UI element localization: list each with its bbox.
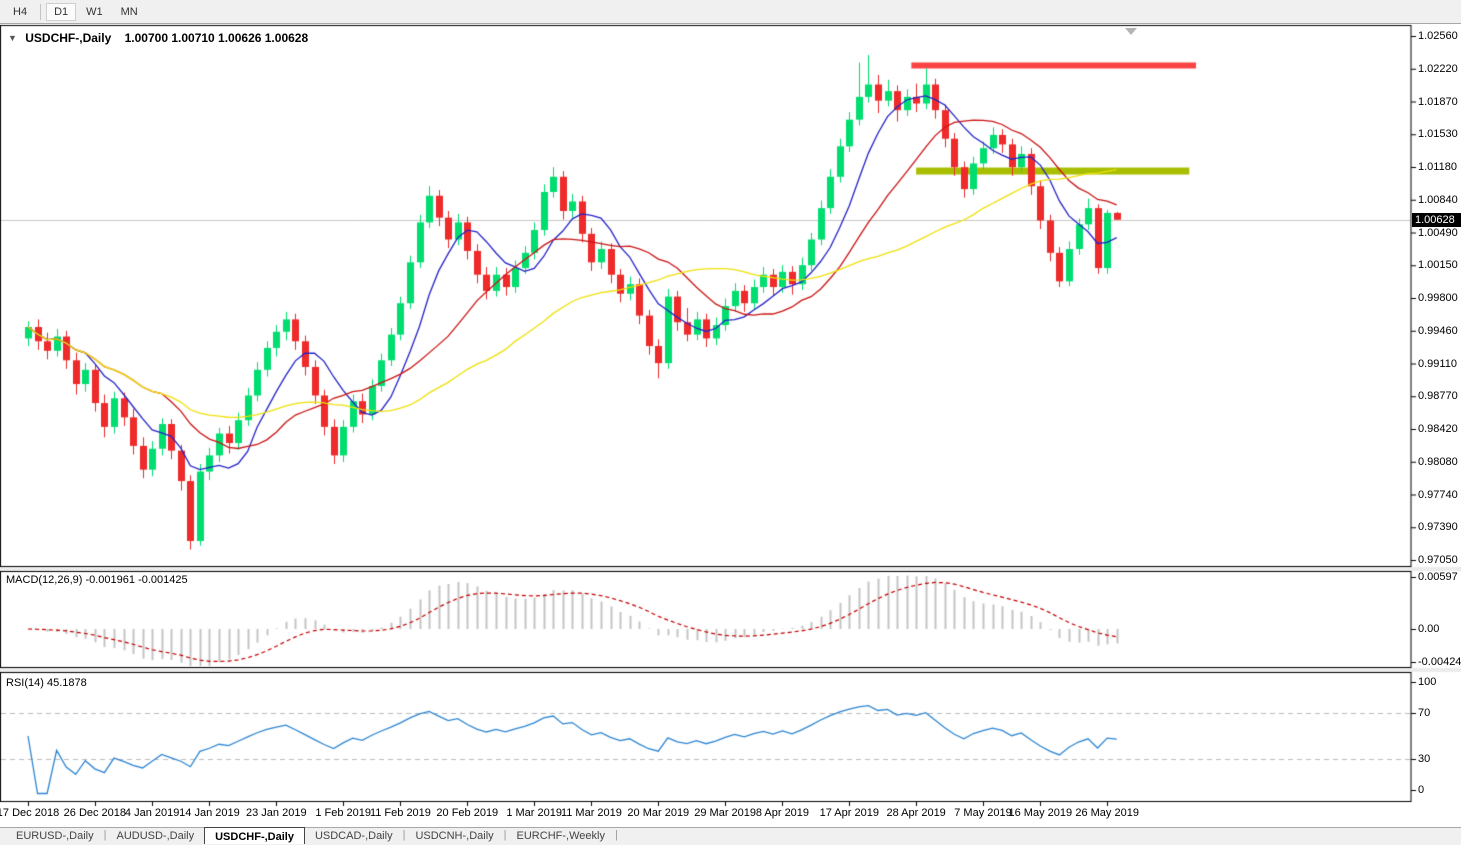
price-axis-label: 0.97050: [1418, 554, 1458, 566]
date-axis-label: 4 Jan 2019: [124, 807, 180, 819]
price-axis-label: 1.01180: [1418, 161, 1457, 173]
tab-usdchf-daily[interactable]: USDCHF-,Daily: [204, 827, 305, 844]
date-axis-label: 20 Mar 2019: [627, 807, 690, 819]
tab-usdcnh-daily[interactable]: USDCNH-,Daily: [405, 828, 503, 845]
price-axis-label: 0.98420: [1418, 423, 1458, 435]
date-axis-label: 14 Jan 2019: [179, 807, 240, 819]
date-axis-label: 17 Apr 2019: [819, 807, 879, 819]
price-axis-label: 0.99460: [1418, 324, 1458, 337]
date-axis-label: 26 Dec 2018: [63, 807, 127, 819]
tab-eurchf-weekly[interactable]: EURCHF-,Weekly: [507, 828, 615, 845]
macd-axis-label: 0.00597: [1418, 571, 1458, 583]
timeframe-button-mn[interactable]: MN: [113, 3, 146, 21]
timeframe-toolbar: H4 D1 W1 MN: [0, 0, 1461, 24]
collapse-triangle-icon[interactable]: ▼: [8, 33, 17, 43]
rsi-axis-label: 70: [1418, 707, 1431, 719]
chart-title: ▼ USDCHF-,Daily 1.00700 1.00710 1.00626 …: [8, 31, 308, 45]
date-axis-label: 11 Feb 2019: [369, 807, 431, 819]
price-axis-label: 1.00490: [1418, 226, 1458, 239]
price-axis-label: 1.02220: [1418, 62, 1458, 75]
chart-shift-marker-icon[interactable]: [1125, 28, 1137, 35]
ohlc-values: 1.00700 1.00710 1.00626 1.00628: [124, 31, 309, 45]
toolbar-separator: [40, 3, 42, 20]
price-axis-label: 0.97740: [1418, 488, 1458, 501]
timeframe-button-d1[interactable]: D1: [46, 2, 77, 21]
price-axis-label: 0.99800: [1418, 292, 1458, 304]
macd-axis-label: -0.004243: [1418, 656, 1461, 668]
timeframe-button-h4[interactable]: H4: [5, 3, 35, 21]
date-axis-label: 26 May 2019: [1075, 807, 1139, 819]
date-axis-label: 23 Jan 2019: [246, 807, 307, 819]
date-axis-label: 28 Apr 2019: [886, 807, 946, 819]
date-axis-label: 7 May 2019: [954, 807, 1012, 819]
date-axis-label: 8 Apr 2019: [755, 807, 810, 819]
price-axis-label: 1.00150: [1418, 259, 1458, 272]
date-axis-label: 17 Dec 2018: [0, 807, 60, 819]
date-axis-label: 1 Mar 2019: [506, 807, 562, 819]
symbol-period-label: USDCHF-,Daily: [25, 31, 112, 45]
timeframe-button-w1[interactable]: W1: [78, 3, 111, 21]
price-axis-label: 0.98770: [1418, 390, 1458, 403]
rsi-indicator-label: RSI(14) 45.1878: [6, 677, 87, 689]
price-axis-label: 1.01870: [1418, 95, 1458, 108]
macd-indicator-label: MACD(12,26,9) -0.001961 -0.001425: [6, 574, 188, 586]
tab-eurusd-daily[interactable]: EURUSD-,Daily: [6, 828, 104, 845]
date-axis-label: 29 Mar 2019: [694, 807, 757, 819]
chart-tab-bar: EURUSD-,Daily | AUDUSD-,Daily USDCHF-,Da…: [0, 827, 1461, 845]
price-axis-label: 1.02560: [1418, 30, 1458, 42]
price-axis-label: 1.00840: [1418, 193, 1458, 206]
rsi-axis-label: 0: [1418, 784, 1425, 796]
price-axis-label: 0.99110: [1418, 357, 1457, 370]
current-price-badge: 1.00628: [1412, 213, 1461, 227]
rsi-axis-label: 30: [1418, 753, 1431, 765]
macd-axis-label: 0.00: [1418, 623, 1440, 635]
rsi-axis-label: 100: [1418, 676, 1437, 688]
mt4-window: { "toolbar": { "buttons": [ {"label": "H…: [0, 0, 1461, 845]
price-chart-canvas[interactable]: [0, 0, 1461, 845]
date-axis-label: 16 May 2019: [1008, 807, 1073, 819]
tab-usdcad-daily[interactable]: USDCAD-,Daily: [305, 828, 403, 845]
price-axis-label: 0.97390: [1418, 521, 1458, 534]
price-axis-label: 1.01530: [1418, 128, 1458, 141]
tab-audusd-daily[interactable]: AUDUSD-,Daily: [106, 828, 204, 845]
date-axis-label: 1 Feb 2019: [315, 807, 371, 819]
date-axis-label: 20 Feb 2019: [436, 807, 499, 819]
date-axis-label: 11 Mar 2019: [560, 807, 622, 819]
tab-separator: |: [614, 829, 618, 841]
price-axis-label: 0.98080: [1418, 455, 1458, 468]
